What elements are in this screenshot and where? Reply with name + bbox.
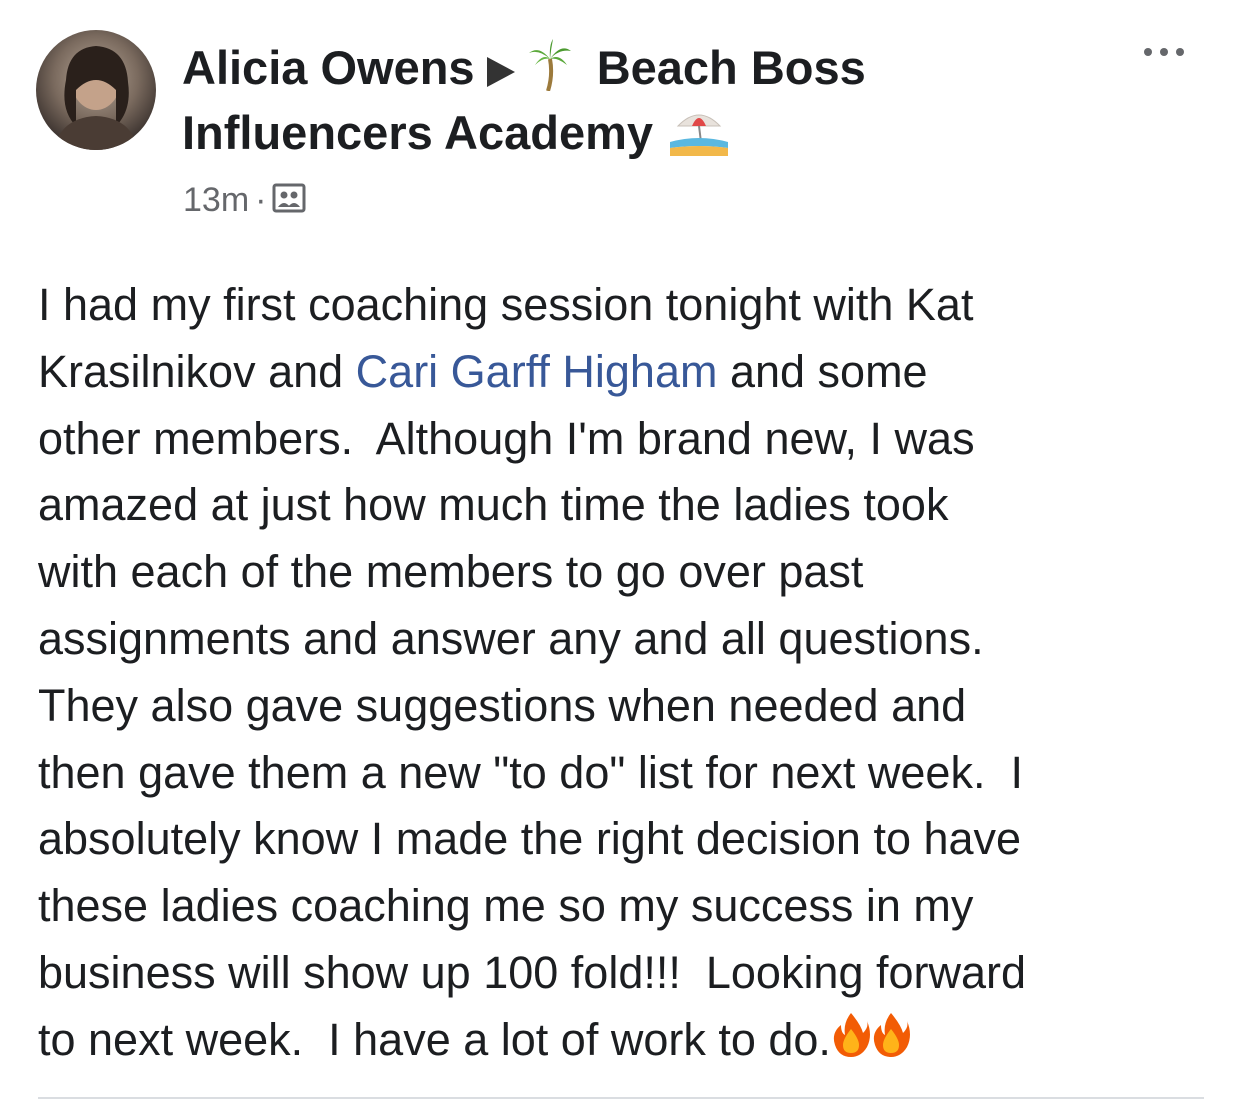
body-text-segment: assignments and answer any and all quest…: [38, 612, 984, 664]
post-timestamp[interactable]: 13m: [183, 181, 249, 219]
beach-umbrella-icon: [666, 104, 732, 170]
body-text-segment: I had my first coaching session tonight …: [38, 279, 974, 330]
body-line: absolutely know I made the right decisio…: [38, 806, 1228, 873]
body-line: They also gave suggestions when needed a…: [38, 673, 1228, 740]
body-line: to next week. I have a lot of work to do…: [38, 1007, 1228, 1077]
group-members-icon: [272, 179, 306, 225]
body-line: Krasilnikov and Cari Garff Higham and so…: [38, 339, 1228, 406]
author-avatar[interactable]: [36, 30, 156, 150]
fire-icon: [871, 1009, 911, 1076]
post-divider: [38, 1097, 1204, 1099]
post-options-button[interactable]: [1140, 42, 1188, 62]
post-header-line-2: Influencers Academy: [182, 103, 732, 170]
avatar-photo-icon: [54, 46, 138, 150]
post-header-line-1: Alicia Owens Beach Boss: [182, 38, 866, 105]
group-name-continued[interactable]: Influencers Academy: [182, 106, 653, 159]
body-text-segment: with each of the members to go over past: [38, 546, 864, 598]
body-text-segment: these ladies coaching me so my success i…: [38, 880, 974, 932]
post-body: I had my first coaching session tonight …: [38, 272, 1228, 1076]
body-line: assignments and answer any and all quest…: [38, 606, 1228, 673]
body-text-segment: then gave them a new "to do" list for ne…: [38, 746, 1023, 798]
body-text-segment: absolutely know I made the right decisio…: [38, 813, 1022, 865]
fire-icon: [831, 1009, 871, 1076]
body-line: I had my first coaching session tonight …: [38, 272, 1228, 339]
body-text-segment: amazed at just how much time the ladies …: [38, 479, 949, 531]
body-line: then gave them a new "to do" list for ne…: [38, 740, 1228, 807]
body-line: these ladies coaching me so my success i…: [38, 873, 1228, 940]
body-text-segment: to next week. I have a lot of work to do…: [38, 1013, 831, 1065]
body-line: business will show up 100 fold!!! Lookin…: [38, 940, 1228, 1007]
group-post: Alicia Owens Beach Boss Influencers Acad…: [0, 0, 1242, 1114]
shared-to-arrow-icon: [486, 57, 515, 87]
author-name[interactable]: Alicia Owens: [182, 41, 475, 94]
body-line: other members. Although I'm brand new, I…: [38, 406, 1228, 473]
group-name[interactable]: Beach Boss: [597, 41, 866, 94]
body-line: with each of the members to go over past: [38, 539, 1228, 606]
body-text-segment: and some: [717, 345, 928, 397]
body-text-segment: other members. Although I'm brand new, I…: [38, 412, 975, 464]
palm-tree-icon: [528, 38, 571, 105]
body-text-segment: They also gave suggestions when needed a…: [38, 679, 967, 731]
more-options-icon: [1144, 48, 1184, 56]
body-text-segment: Krasilnikov and: [38, 345, 356, 397]
mention-link[interactable]: Cari Garff Higham: [356, 346, 718, 397]
body-line: amazed at just how much time the ladies …: [38, 472, 1228, 539]
meta-separator: ·: [255, 181, 267, 219]
body-text-segment: business will show up 100 fold!!! Lookin…: [38, 946, 1027, 998]
post-meta: 13m ·: [183, 177, 306, 225]
